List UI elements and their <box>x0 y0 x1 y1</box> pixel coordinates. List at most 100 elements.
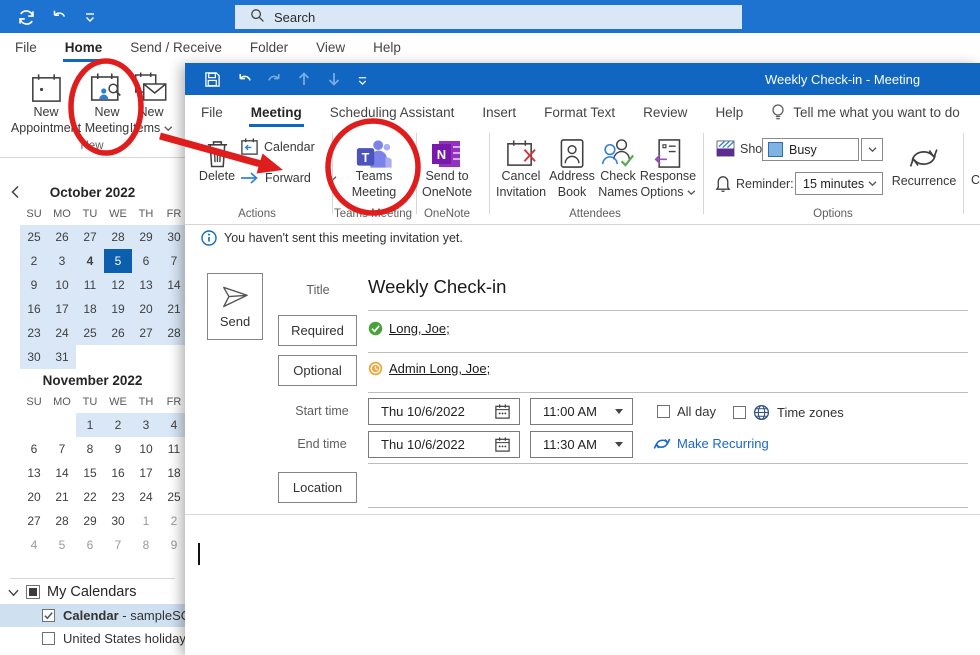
calendar-day[interactable]: 13 <box>132 273 160 297</box>
teams-meeting-button[interactable]: T Teams Meeting <box>352 132 396 200</box>
calendar-day[interactable]: 27 <box>20 509 48 533</box>
tab-file[interactable]: File <box>0 33 51 62</box>
calendar-day[interactable]: 3 <box>48 249 76 273</box>
start-time-dropdown[interactable]: 11:00 AM <box>530 398 633 425</box>
calendar-day[interactable]: 28 <box>160 321 188 345</box>
calendar-day[interactable]: 9 <box>20 273 48 297</box>
tab-review[interactable]: Review <box>629 98 701 127</box>
calendar-day[interactable]: 6 <box>20 437 48 461</box>
redo-icon[interactable] <box>263 68 285 90</box>
calendar-list-item[interactable]: United States holidays <box>0 627 185 650</box>
new-meeting-button[interactable]: New Meeting <box>85 68 129 136</box>
start-date-field[interactable]: Thu 10/6/2022 <box>368 398 520 425</box>
calendar-day[interactable]: 29 <box>76 509 104 533</box>
calendar-day[interactable]: 4 <box>76 249 104 273</box>
calendar-day[interactable]: 23 <box>20 321 48 345</box>
calendar-day[interactable]: 4 <box>20 533 48 557</box>
calendar-day[interactable]: 27 <box>76 225 104 249</box>
calendar-day[interactable]: 6 <box>76 533 104 557</box>
calendar-day[interactable]: 20 <box>20 485 48 509</box>
undo-icon[interactable] <box>48 6 70 28</box>
new-appointment-button[interactable]: New Appointment <box>11 68 81 136</box>
customize-toolbar-icon[interactable] <box>79 6 101 28</box>
calendar-day[interactable]: 27 <box>132 321 160 345</box>
calendar-day[interactable]: 25 <box>160 485 188 509</box>
calendar-day[interactable]: 21 <box>160 297 188 321</box>
calendar-day[interactable]: 29 <box>132 225 160 249</box>
location-button[interactable]: Location <box>278 472 357 503</box>
move-up-icon[interactable] <box>293 68 315 90</box>
calendar-day[interactable]: 31 <box>48 345 76 369</box>
tab-scheduling-assistant[interactable]: Scheduling Assistant <box>316 98 469 127</box>
tab-folder[interactable]: Folder <box>236 33 302 62</box>
calendar-day[interactable]: 26 <box>48 225 76 249</box>
time-zones-checkbox[interactable]: Time zones <box>733 404 844 421</box>
calendar-day[interactable]: 7 <box>48 437 76 461</box>
calendar-day[interactable]: 13 <box>20 461 48 485</box>
tab-home[interactable]: Home <box>51 33 117 62</box>
tab-meeting[interactable]: Meeting <box>237 98 316 127</box>
tab-view[interactable]: View <box>302 33 359 62</box>
calendar-day[interactable]: 2 <box>20 249 48 273</box>
calendar-day[interactable]: 14 <box>48 461 76 485</box>
calendar-day[interactable]: 1 <box>132 509 160 533</box>
calendar-day[interactable]: 23 <box>104 485 132 509</box>
calendar-day[interactable]: 22 <box>76 485 104 509</box>
title-value[interactable]: Weekly Check-in <box>368 276 506 298</box>
calendar-day[interactable]: 10 <box>48 273 76 297</box>
tell-me-box[interactable]: Tell me what you want to do <box>757 98 974 127</box>
calendar-day[interactable]: 28 <box>48 509 76 533</box>
make-recurring-link[interactable]: Make Recurring <box>653 435 769 452</box>
calendar-day[interactable]: 5 <box>48 533 76 557</box>
calendar-day[interactable]: 18 <box>76 297 104 321</box>
all-day-checkbox[interactable]: All day <box>657 404 716 419</box>
recurrence-button[interactable]: Recurrence <box>892 137 957 190</box>
send-to-onenote-button[interactable]: N Send to OneNote <box>422 132 472 200</box>
calendar-list-item[interactable]: Calendar - sampleSOM.. <box>0 604 185 627</box>
my-calendars-header[interactable]: My Calendars <box>8 584 136 600</box>
overflow-button-label[interactable]: C <box>971 173 980 187</box>
undo-icon[interactable] <box>233 68 255 90</box>
calendar-day[interactable]: 16 <box>20 297 48 321</box>
calendar-day[interactable]: 17 <box>48 297 76 321</box>
calendar-day[interactable]: 8 <box>132 533 160 557</box>
calendar-day[interactable]: 11 <box>160 437 188 461</box>
forward-button[interactable]: Forward <box>240 171 337 185</box>
check-names-button[interactable]: Check Names <box>598 132 638 200</box>
send-button[interactable]: Send <box>207 273 263 340</box>
calendar-day[interactable]: 7 <box>104 533 132 557</box>
calendar-day[interactable]: 28 <box>104 225 132 249</box>
calendar-day[interactable]: 21 <box>48 485 76 509</box>
calendar-day[interactable]: 16 <box>104 461 132 485</box>
calendar-day[interactable]: 7 <box>160 249 188 273</box>
date-picker-icon[interactable] <box>494 436 511 453</box>
move-down-icon[interactable] <box>323 68 345 90</box>
response-options-button[interactable]: Response Options <box>640 132 696 200</box>
tab-file[interactable]: File <box>187 98 237 127</box>
end-date-field[interactable]: Thu 10/6/2022 <box>368 431 520 458</box>
calendar-day[interactable]: 30 <box>104 509 132 533</box>
address-book-button[interactable]: Address Book <box>549 132 595 200</box>
calendar-day[interactable]: 30 <box>160 225 188 249</box>
calendar-day[interactable]: 5 <box>104 249 132 273</box>
calendar-day[interactable]: 2 <box>104 413 132 437</box>
previous-month-icon[interactable] <box>10 185 24 201</box>
tab-format-text[interactable]: Format Text <box>530 98 629 127</box>
calendar-day[interactable]: 25 <box>76 321 104 345</box>
reminder-dropdown[interactable]: 15 minutes <box>795 172 883 195</box>
checkbox[interactable] <box>42 609 55 622</box>
tab-send-receive[interactable]: Send / Receive <box>116 33 236 62</box>
delete-button[interactable]: Delete <box>199 132 235 185</box>
calendar-day[interactable]: 9 <box>160 533 188 557</box>
calendar-day[interactable]: 19 <box>104 297 132 321</box>
group-checkbox[interactable] <box>26 585 40 599</box>
required-attendee[interactable]: Long, Joe; <box>368 321 450 336</box>
checkbox[interactable] <box>42 632 55 645</box>
send-receive-sync-icon[interactable] <box>15 6 37 28</box>
calendar-day[interactable]: 20 <box>132 297 160 321</box>
calendar-day[interactable]: 6 <box>132 249 160 273</box>
calendar-day[interactable]: 4 <box>160 413 188 437</box>
cancel-invitation-button[interactable]: Cancel Invitation <box>496 132 546 200</box>
optional-attendee[interactable]: Admin Long, Joe; <box>368 361 490 376</box>
calendar-day[interactable]: 15 <box>76 461 104 485</box>
